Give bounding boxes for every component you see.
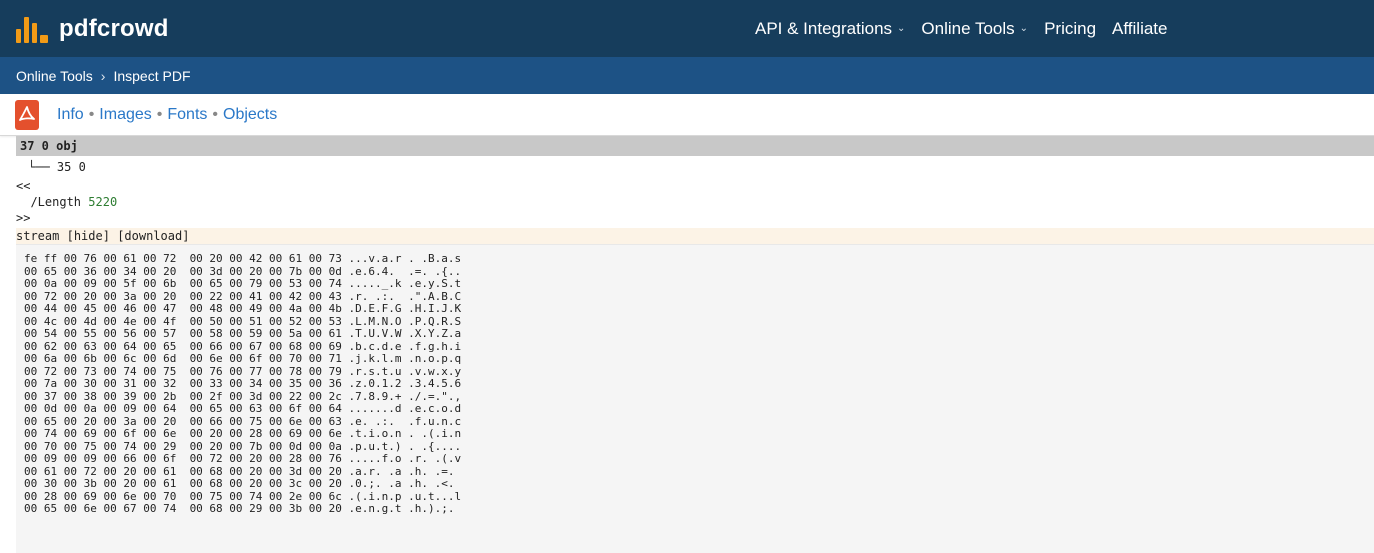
nav-pricing[interactable]: Pricing [1044, 19, 1096, 39]
nav-online-tools-label: Online Tools [921, 18, 1015, 38]
tab-info[interactable]: Info [57, 106, 84, 124]
chevron-down-icon: ⌄ [897, 23, 906, 34]
hexdump-row: 00 0d 00 0a 00 09 00 64 00 65 00 63 00 6… [24, 402, 462, 415]
download-link[interactable]: [download] [117, 229, 189, 243]
breadcrumb-online-tools[interactable]: Online Tools [16, 68, 93, 84]
tab-separator: • [88, 105, 95, 123]
hexdump-row: 00 09 00 09 00 66 00 6f 00 72 00 20 00 2… [24, 452, 462, 465]
hexdump-row: 00 6a 00 6b 00 6c 00 6d 00 6e 00 6f 00 7… [24, 352, 462, 365]
pdfcrowd-logo[interactable]: pdfcrowd [16, 13, 169, 43]
nav-api-integrations-label: API & Integrations [755, 18, 893, 38]
hexdump-row: 00 0a 00 09 00 5f 00 6b 00 65 00 79 00 5… [24, 277, 462, 290]
tab-fonts[interactable]: Fonts [167, 106, 207, 124]
hide-link[interactable]: [hide] [67, 229, 110, 243]
hexdump-row: 00 54 00 55 00 56 00 57 00 58 00 59 00 5… [24, 327, 462, 340]
object-reference[interactable]: └── 35 0 [0, 156, 1374, 178]
nav-affiliate[interactable]: Affiliate [1112, 19, 1167, 39]
dict-close: >> [16, 211, 31, 225]
length-value: 5220 [88, 195, 118, 209]
nav-affiliate-label: Affiliate [1112, 18, 1168, 38]
pdf-icon [15, 99, 39, 130]
breadcrumb-separator: › [100, 67, 106, 84]
tab-separator: • [212, 105, 218, 123]
inspect-tabs: Info • Images • Fonts • Objects [0, 94, 1374, 136]
object-content: 37 0 obj └── 35 0 << /Length 5220 >> str… [0, 136, 1374, 553]
hexdump-row: 00 44 00 45 00 46 00 47 00 48 00 49 00 4… [24, 302, 462, 315]
breadcrumb: Online Tools › Inspect PDF [0, 57, 1374, 94]
acrobat-icon [19, 105, 35, 121]
hexdump-row: 00 65 00 6e 00 67 00 74 00 68 00 29 00 3… [24, 502, 462, 515]
logo-bars-icon [16, 15, 51, 43]
object-header: 37 0 obj [16, 136, 1374, 156]
chevron-down-icon: ⌄ [1019, 23, 1029, 34]
nav-pricing-label: Pricing [1044, 18, 1097, 38]
length-key: /Length [30, 195, 82, 209]
tab-objects[interactable]: Objects [223, 106, 277, 124]
hexdump-row: 00 7a 00 30 00 31 00 32 00 33 00 34 00 3… [24, 377, 462, 390]
dict-open: << [16, 179, 31, 193]
stream-label: stream [16, 229, 60, 243]
hexdump-row: 00 30 00 3b 00 20 00 61 00 68 00 20 00 3… [24, 477, 462, 490]
top-navbar: pdfcrowd API & Integrations ⌄ Online Tool… [0, 0, 1374, 57]
hexdump-row: 00 74 00 69 00 6f 00 6e 00 20 00 28 00 6… [24, 427, 462, 440]
stream-bar: stream [hide] [download] [16, 228, 1374, 244]
tab-images[interactable]: Images [99, 106, 151, 124]
hexdump-row: fe ff 00 76 00 61 00 72 00 20 00 42 00 6… [24, 252, 462, 265]
tab-separator: • [156, 105, 163, 123]
brand-name: pdfcrowd [59, 15, 169, 42]
hexdump-panel: fe ff 00 76 00 61 00 72 00 20 00 42 00 6… [16, 244, 1374, 553]
breadcrumb-inspect-pdf: Inspect PDF [113, 67, 191, 84]
nav-api-integrations[interactable]: API & Integrations ⌄ [755, 19, 905, 39]
nav-online-tools[interactable]: Online Tools ⌄ [921, 19, 1028, 39]
length-entry: /Length 5220 [0, 194, 1374, 210]
main-nav: API & Integrations ⌄ Online Tools ⌄ Pricin… [755, 0, 1183, 57]
